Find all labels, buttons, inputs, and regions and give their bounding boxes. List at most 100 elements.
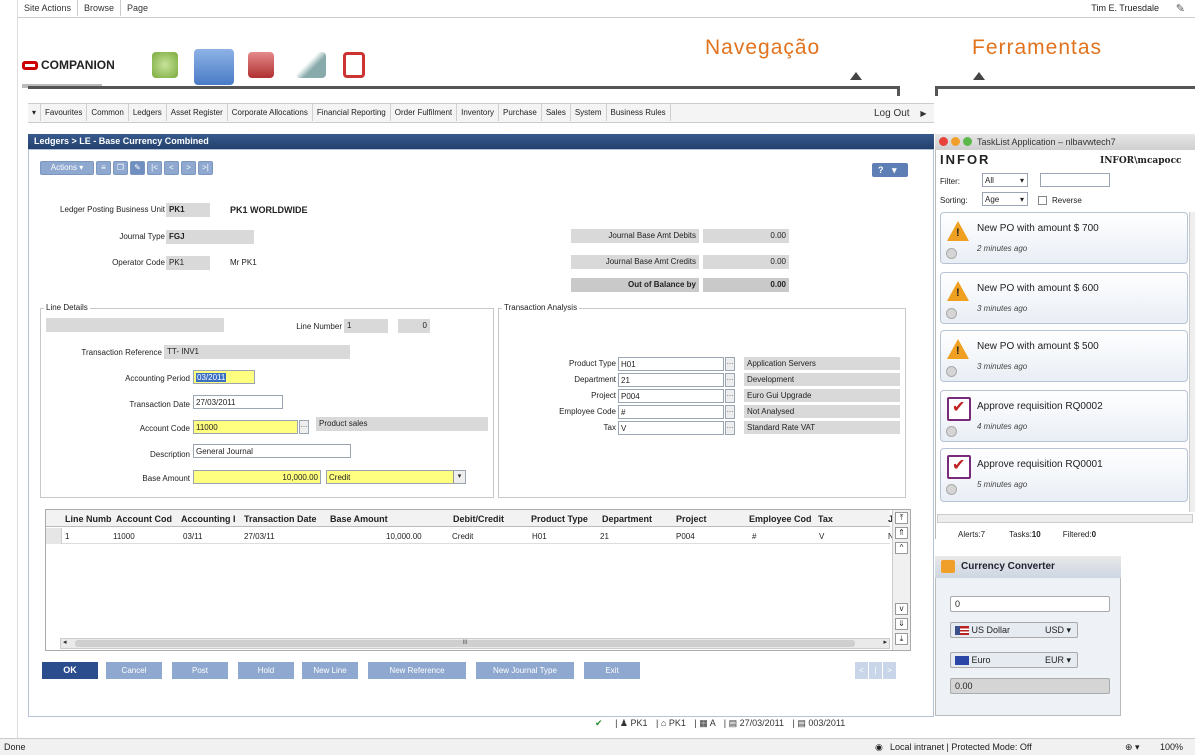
zoom-icon[interactable]: ⊕ ▾ (1125, 742, 1140, 753)
hold-button[interactable]: Hold (238, 662, 294, 679)
row-selector[interactable] (46, 528, 62, 544)
new-journal-type-button[interactable]: New Journal Type (476, 662, 574, 679)
task-expand-icon[interactable] (946, 308, 957, 319)
first-record-icon[interactable]: |< (147, 161, 162, 175)
next-record-icon[interactable]: > (181, 161, 196, 175)
amount-input[interactable]: 0 (950, 596, 1110, 612)
browse-tab[interactable]: Browse (78, 0, 122, 16)
scroll-top-icon[interactable]: ⤒ (895, 512, 908, 524)
table-row[interactable]: 1 11000 03/11 27/03/11 10,000.00 Credit H01 21 P… (46, 528, 894, 544)
new-reference-button[interactable]: New Reference (368, 662, 466, 679)
copy-icon[interactable]: ❐ (113, 161, 128, 175)
close-icon[interactable] (939, 137, 948, 146)
account-code-input[interactable]: 11000 (193, 420, 298, 434)
minimize-icon[interactable] (951, 137, 960, 146)
ok-button[interactable]: OK (42, 662, 98, 679)
analysis-code-input[interactable]: P004 (618, 389, 724, 403)
column-header[interactable]: Debit/Credit (453, 514, 504, 524)
column-header[interactable]: Tax (818, 514, 833, 524)
post-button[interactable]: Post (172, 662, 228, 679)
reverse-checkbox[interactable] (1038, 196, 1047, 205)
edit-icon[interactable]: ✎ (130, 161, 145, 175)
analysis-lookup-button[interactable]: … (725, 389, 735, 403)
table-cell[interactable]: 03/11 (183, 532, 202, 541)
description-input[interactable]: General Journal (193, 444, 351, 458)
analysis-lookup-button[interactable]: … (725, 405, 735, 419)
scroll-page-down-icon[interactable]: ⇓ (895, 618, 908, 630)
menu-item-common[interactable]: Common (87, 104, 129, 121)
task-card[interactable]: ! New PO with amount $ 500 3 minutes ago (940, 330, 1188, 382)
column-header[interactable]: Account Cod (116, 514, 172, 524)
tasklist-hscrollbar[interactable] (937, 514, 1193, 523)
pager-previous-icon[interactable]: < (855, 662, 868, 679)
logout-label[interactable]: Log Out (874, 108, 910, 119)
filter-select[interactable]: All ▾ (982, 173, 1028, 187)
analysis-lookup-button[interactable]: … (725, 373, 735, 387)
app-icon-tools[interactable] (296, 52, 326, 78)
column-header[interactable]: Department (602, 514, 652, 524)
tasklist-scrollbar[interactable] (1189, 212, 1195, 512)
analysis-code-input[interactable]: H01 (618, 357, 724, 371)
task-expand-icon[interactable] (946, 484, 957, 495)
period-input[interactable]: 03/2011 (193, 370, 255, 384)
hscroll-thumb[interactable]: III (75, 640, 855, 647)
help-button[interactable]: ? ▾ (872, 163, 908, 177)
user-icon[interactable]: ✎ (1176, 2, 1185, 15)
menu-item-ledgers[interactable]: Ledgers (129, 104, 167, 121)
app-icon-document[interactable] (343, 52, 365, 78)
site-actions-menu[interactable]: Site Actions (18, 0, 79, 16)
analysis-lookup-button[interactable]: … (725, 421, 735, 435)
browser-zone-text[interactable]: Local intranet | Protected Mode: Off (890, 742, 1032, 752)
app-icon-ledger-selected[interactable] (194, 49, 234, 85)
grid-horizontal-scrollbar[interactable]: III ◂ ▸ (60, 638, 890, 649)
new-line-button[interactable]: New Line (302, 662, 358, 679)
app-icon-green[interactable] (152, 52, 178, 78)
menu-item-corporate-allocations[interactable]: Corporate Allocations (228, 104, 313, 121)
analysis-code-input[interactable]: # (618, 405, 724, 419)
chevron-down-icon[interactable]: ▾ (453, 471, 465, 483)
maximize-icon[interactable] (963, 137, 972, 146)
table-cell[interactable]: P004 (676, 532, 695, 541)
trans-date-input[interactable]: 27/03/2011 (193, 395, 283, 409)
cancel-button[interactable]: Cancel (106, 662, 162, 679)
scroll-page-up-icon[interactable]: ⇑ (895, 527, 908, 539)
menu-item-favourites[interactable]: Favourites (41, 104, 88, 121)
account-lookup-button[interactable]: … (299, 420, 309, 434)
table-cell[interactable]: 11000 (113, 532, 135, 541)
analysis-lookup-button[interactable]: … (725, 357, 735, 371)
scroll-up-icon[interactable]: ^ (895, 542, 908, 554)
menu-item-system[interactable]: System (571, 104, 607, 121)
actions-button[interactable]: Actions ▾ (40, 161, 94, 175)
from-currency-select[interactable]: US Dollar USD ▾ (950, 622, 1078, 638)
pager-middle-icon[interactable]: | (869, 662, 882, 679)
to-currency-select[interactable]: Euro EUR ▾ (950, 652, 1078, 668)
list-icon[interactable]: ≡ (96, 161, 111, 175)
table-cell[interactable]: Credit (452, 532, 473, 541)
menu-item-purchase[interactable]: Purchase (499, 104, 542, 121)
table-cell[interactable]: H01 (532, 532, 547, 541)
previous-record-icon[interactable]: < (164, 161, 179, 175)
task-card[interactable]: ✔ Approve requisition RQ0001 5 minutes a… (940, 448, 1188, 502)
analysis-code-input[interactable]: 21 (618, 373, 724, 387)
debit-credit-select[interactable]: Credit ▾ (326, 470, 466, 484)
scroll-down-icon[interactable]: v (895, 603, 908, 615)
last-record-icon[interactable]: >| (198, 161, 213, 175)
analysis-code-input[interactable]: V (618, 421, 724, 435)
table-cell[interactable]: # (752, 532, 756, 541)
task-card[interactable]: ! New PO with amount $ 700 2 minutes ago (940, 212, 1188, 264)
table-cell[interactable]: V (819, 532, 824, 541)
browser-zoom[interactable]: 100% (1160, 742, 1183, 752)
menu-dropdown-icon[interactable]: ▾ (28, 104, 42, 121)
hscroll-right-icon[interactable]: ▸ (883, 638, 887, 646)
filter-search-input[interactable] (1040, 173, 1110, 187)
column-header[interactable]: Line Numb (65, 514, 112, 524)
scroll-bottom-icon[interactable]: ⤓ (895, 633, 908, 645)
column-header[interactable]: Accounting I (181, 514, 236, 524)
grid-vertical-scrollbar[interactable]: ⤒ ⇑ ^ v ⇓ ⤓ (892, 510, 910, 650)
exit-button[interactable]: Exit (584, 662, 640, 679)
hscroll-left-icon[interactable]: ◂ (63, 638, 67, 646)
column-header[interactable]: Base Amount (330, 514, 388, 524)
menu-item-sales[interactable]: Sales (542, 104, 571, 121)
logout-link[interactable]: Log Out ▶ (874, 108, 927, 119)
menu-item-financial-reporting[interactable]: Financial Reporting (313, 104, 391, 121)
